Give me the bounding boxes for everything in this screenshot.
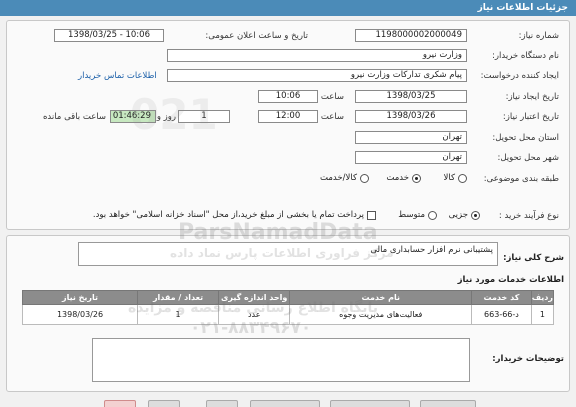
announce-field[interactable]: 1398/03/25 - 10:06 xyxy=(54,29,164,42)
buyer-notes-label: توضیحات خریدار: xyxy=(492,354,564,364)
services-table: ردیف کد خدمت نام خدمت واحد اندازه گیری ت… xyxy=(22,290,555,325)
category-option-label: خدمت xyxy=(386,173,409,183)
days-label: روز و xyxy=(156,112,176,122)
radio-icon xyxy=(458,173,467,183)
column-header: تعداد / مقدار xyxy=(136,290,220,305)
validity-date-label: تاریخ اعتبار نیاز: xyxy=(502,112,559,122)
created-date-field[interactable]: 1398/03/25 xyxy=(355,90,467,103)
bottom-button[interactable] xyxy=(148,400,180,407)
treasury-payment-note: پرداخت تمام یا بخشی از مبلغ خرید،از محل … xyxy=(92,210,364,220)
page-title: جزئیات اطلاعات نیاز xyxy=(477,3,568,13)
province-field[interactable]: تهران xyxy=(355,131,467,144)
table-cell: فعالیت‌های مدیریت وجوه xyxy=(289,304,473,325)
column-header: تاریخ نیاز xyxy=(22,290,138,305)
process-label: نوع فرآیند خرید : xyxy=(498,211,559,221)
services-section-title: اطلاعات خدمات مورد نیاز xyxy=(457,275,564,285)
process-option-medium[interactable]: متوسط xyxy=(398,210,437,220)
column-header: ردیف xyxy=(530,290,555,305)
radio-icon xyxy=(360,173,369,183)
process-option-label: متوسط xyxy=(398,210,425,220)
table-header-row: ردیف کد خدمت نام خدمت واحد اندازه گیری ت… xyxy=(22,290,555,305)
bottom-button[interactable] xyxy=(206,400,238,407)
column-header: نام خدمت xyxy=(289,290,473,305)
need-number-field[interactable]: 1198000002000049 xyxy=(355,29,467,42)
category-label: طبقه بندی موضوعی: xyxy=(483,174,559,184)
process-option-label: جزیی xyxy=(448,210,468,220)
process-option-minor[interactable]: جزیی xyxy=(449,210,480,220)
radio-checked-icon xyxy=(471,210,480,220)
validity-date-field[interactable]: 1398/03/26 xyxy=(355,110,467,123)
announce-label: تاریخ و ساعت اعلان عمومی: xyxy=(205,31,308,41)
province-label: استان محل تحویل: xyxy=(492,133,559,143)
table-cell: 1 xyxy=(530,304,555,325)
table-cell: عدد xyxy=(218,304,291,325)
need-number-label: شماره نیاز: xyxy=(518,31,559,41)
created-date-label: تاریخ ایجاد نیاز: xyxy=(505,92,559,102)
remaining-label: ساعت باقی مانده xyxy=(42,112,106,122)
radio-checked-icon xyxy=(412,173,421,183)
category-option-goods[interactable]: کالا xyxy=(444,173,467,183)
validity-time-field[interactable]: 12:00 xyxy=(258,110,318,123)
summary-label: شرح کلی نیاز: xyxy=(503,253,564,263)
buyer-notes-field[interactable] xyxy=(92,338,470,382)
bottom-button[interactable] xyxy=(104,400,136,407)
radio-icon xyxy=(428,210,437,220)
created-time-label: ساعت xyxy=(320,92,344,102)
remaining-days-field[interactable]: 1 xyxy=(178,110,230,123)
category-option-service[interactable]: خدمت xyxy=(386,173,421,183)
creator-field[interactable]: پیام شکری تدارکات وزارت نیرو xyxy=(167,69,467,82)
created-time-field[interactable]: 10:06 xyxy=(258,90,318,103)
category-option-label: کالا/خدمت xyxy=(320,173,357,183)
city-label: شهر محل تحویل: xyxy=(497,153,559,163)
summary-field[interactable]: پشتیبانی نرم افزار حسابداری مالی xyxy=(78,242,498,266)
table-cell: 1398/03/26 xyxy=(22,304,138,325)
city-field[interactable]: تهران xyxy=(355,151,467,164)
buyer-field[interactable]: وزارت نیرو xyxy=(167,49,467,62)
category-option-label: کالا xyxy=(443,173,455,183)
creator-label: ایجاد کننده درخواست: xyxy=(480,71,559,81)
table-row[interactable]: 1 د-66-663 فعالیت‌های مدیریت وجوه عدد 1 … xyxy=(22,304,555,325)
page-title-bar: جزئیات اطلاعات نیاز xyxy=(0,0,576,16)
treasury-payment-checkbox[interactable]: پرداخت تمام یا بخشی از مبلغ خرید،از محل … xyxy=(93,210,376,220)
column-header: کد خدمت xyxy=(471,290,532,305)
table-cell: د-66-663 xyxy=(471,304,532,325)
bottom-button[interactable] xyxy=(250,400,320,407)
bottom-button[interactable] xyxy=(420,400,476,407)
validity-time-label: ساعت xyxy=(320,112,344,122)
bottom-button[interactable] xyxy=(330,400,410,407)
checkbox-icon xyxy=(367,210,376,220)
table-cell: 1 xyxy=(136,304,220,325)
buyer-label: نام دستگاه خریدار: xyxy=(492,51,559,61)
remaining-time-field: 01:46:29 xyxy=(110,110,156,123)
category-option-goods-service[interactable]: کالا/خدمت xyxy=(320,173,369,183)
column-header: واحد اندازه گیری xyxy=(218,290,291,305)
contact-info-link[interactable]: اطلاعات تماس خریدار xyxy=(78,71,157,81)
